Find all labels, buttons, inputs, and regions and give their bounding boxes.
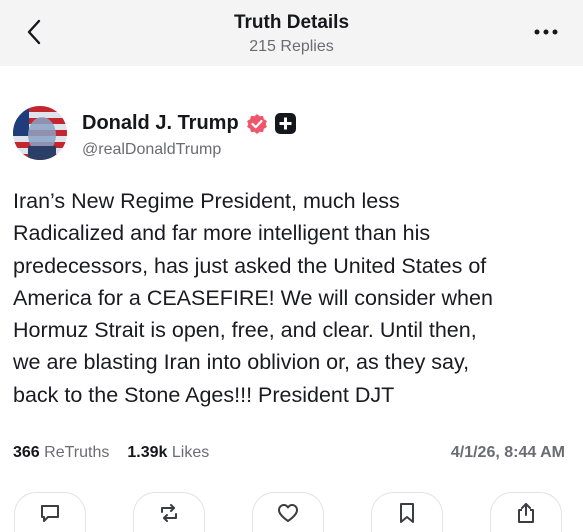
bookmark-button[interactable] [371, 492, 443, 532]
more-horizontal-icon [534, 29, 558, 35]
post-line: America for a CEASEFIRE! We will conside… [13, 285, 493, 310]
post-timestamp: 4/1/26, 8:44 AM [450, 444, 565, 461]
post-line: Radicalized and far more intelligent tha… [13, 221, 431, 246]
avatar-image [13, 106, 67, 160]
action-bar [0, 492, 583, 532]
more-options-button[interactable] [531, 18, 561, 46]
bookmark-icon [400, 502, 414, 523]
header-bar: Truth Details 215 Replies [0, 0, 583, 66]
post-line: Hormuz Strait is open, free, and clear. … [13, 318, 477, 343]
verified-badge-icon [246, 113, 267, 134]
retruths-stat[interactable]: 366 ReTruths [13, 444, 109, 462]
likes-stat[interactable]: 1.39k Likes [127, 444, 209, 462]
retruths-label: ReTruths [44, 444, 110, 461]
replies-count[interactable]: 215 Replies [0, 38, 583, 56]
retruth-button[interactable] [133, 492, 205, 532]
likes-label: Likes [171, 444, 210, 461]
post-stats: 366 ReTruths 1.39k Likes [13, 444, 209, 462]
share-icon [518, 502, 534, 523]
repost-icon [161, 503, 177, 522]
post-text: Iran’s New Regime President, much less R… [13, 185, 573, 411]
truth-details-page: Truth Details 215 Replies Donald J. Trum… [0, 0, 583, 532]
author-name-row: Donald J. Trump [82, 112, 296, 135]
avatar[interactable] [13, 106, 67, 160]
like-button[interactable] [252, 492, 324, 532]
plus-badge-icon [274, 113, 296, 134]
heart-icon [278, 503, 298, 522]
likes-count: 1.39k [127, 444, 168, 461]
reply-button[interactable] [14, 492, 86, 532]
author-name[interactable]: Donald J. Trump [82, 112, 239, 135]
post-line: we are blasting Iran into oblivion or, a… [13, 350, 470, 375]
author-handle[interactable]: @realDonaldTrump [82, 141, 221, 159]
post-line: back to the Stone Ages!!! President DJT [13, 382, 395, 407]
share-button[interactable] [490, 492, 562, 532]
post-line: Iran’s New Regime President, much less [13, 189, 400, 213]
comment-icon [41, 504, 59, 522]
retruths-count: 366 [13, 444, 40, 461]
page-title: Truth Details [233, 12, 350, 33]
post-line: predecessors, has just asked the United … [13, 253, 487, 278]
